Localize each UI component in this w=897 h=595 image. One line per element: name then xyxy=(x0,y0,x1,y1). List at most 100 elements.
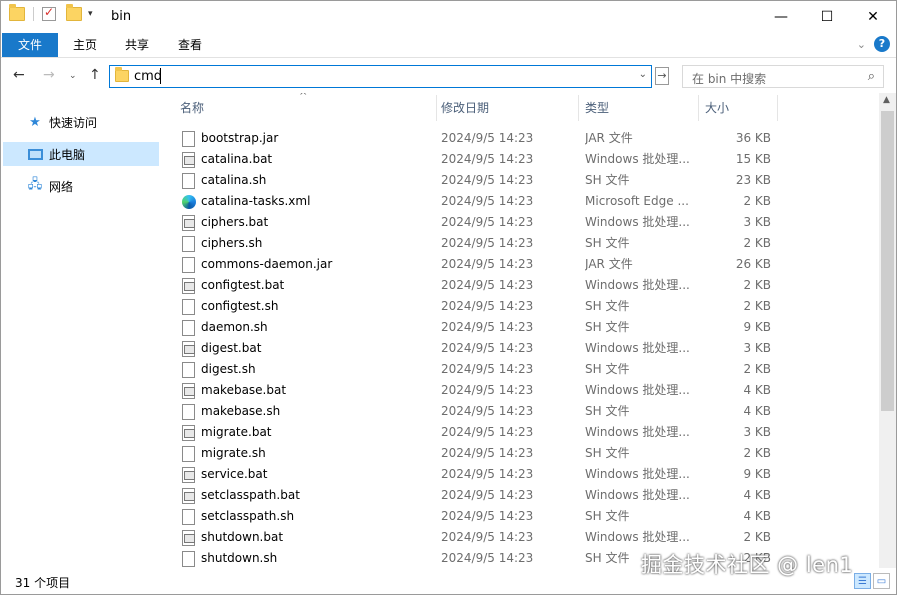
file-name: catalina.bat xyxy=(201,152,273,166)
search-icon[interactable]: ⌕ xyxy=(868,69,875,84)
file-name: catalina.sh xyxy=(201,173,267,187)
file-row[interactable]: configtest.sh 2024/9/5 14:23 SH 文件 2 KB xyxy=(163,296,879,317)
sidebar-item-this-pc[interactable]: 此电脑 xyxy=(3,142,159,166)
file-type: SH 文件 xyxy=(585,509,630,523)
file-row[interactable]: catalina.sh 2024/9/5 14:23 SH 文件 23 KB xyxy=(163,170,879,191)
file-date: 2024/9/5 14:23 xyxy=(441,320,534,334)
batch-file-icon xyxy=(182,341,195,357)
file-row[interactable]: catalina-tasks.xml 2024/9/5 14:23 Microsof… xyxy=(163,191,879,212)
file-row[interactable]: migrate.sh 2024/9/5 14:23 SH 文件 2 KB xyxy=(163,443,879,464)
new-folder-icon[interactable] xyxy=(66,4,82,21)
file-row[interactable]: migrate.bat 2024/9/5 14:23 Windows 批处理... 3… xyxy=(163,422,879,443)
file-icon xyxy=(182,446,195,462)
search-box[interactable]: 在 bin 中搜索 ⌕ xyxy=(682,65,884,88)
file-type: Microsoft Edge ... xyxy=(585,194,689,208)
file-row[interactable]: commons-daemon.jar 2024/9/5 14:23 JAR 文件 26… xyxy=(163,254,879,275)
column-divider[interactable] xyxy=(436,95,437,121)
details-view-icon[interactable]: ☰ xyxy=(854,573,871,589)
file-row[interactable]: makebase.sh 2024/9/5 14:23 SH 文件 4 KB xyxy=(163,401,879,422)
vertical-scrollbar[interactable]: ▲ xyxy=(879,93,896,568)
file-size: 3 KB xyxy=(743,341,771,355)
file-row[interactable]: catalina.bat 2024/9/5 14:23 Windows 批处理...… xyxy=(163,149,879,170)
file-icon xyxy=(182,320,195,336)
column-divider[interactable] xyxy=(777,95,778,121)
file-name: commons-daemon.jar xyxy=(201,257,333,271)
column-header-date[interactable]: 修改日期 xyxy=(441,93,576,121)
file-row[interactable]: configtest.bat 2024/9/5 14:23 Windows 批处理.… xyxy=(163,275,879,296)
properties-icon[interactable] xyxy=(42,5,56,21)
file-row[interactable]: daemon.sh 2024/9/5 14:23 SH 文件 9 KB xyxy=(163,317,879,338)
file-row[interactable]: bootstrap.jar 2024/9/5 14:23 JAR 文件 36 KB xyxy=(163,128,879,149)
recent-locations-icon[interactable]: ⌄ xyxy=(69,71,77,81)
go-button[interactable]: → xyxy=(655,67,669,85)
file-row[interactable]: digest.sh 2024/9/5 14:23 SH 文件 2 KB xyxy=(163,359,879,380)
batch-file-icon xyxy=(182,488,195,504)
up-arrow-icon[interactable]: ↑ xyxy=(89,67,101,83)
file-date: 2024/9/5 14:23 xyxy=(441,488,534,502)
file-row[interactable]: ciphers.sh 2024/9/5 14:23 SH 文件 2 KB xyxy=(163,233,879,254)
ribbon-tabs: 文件 主页 共享 查看 ⌄ ? xyxy=(1,33,896,58)
column-divider[interactable] xyxy=(698,95,699,121)
customize-toolbar-icon[interactable]: ▾ xyxy=(88,9,93,19)
file-name: digest.sh xyxy=(201,362,256,376)
file-icon xyxy=(182,299,195,315)
tab-view[interactable]: 查看 xyxy=(164,33,216,57)
file-date: 2024/9/5 14:23 xyxy=(441,404,534,418)
file-type: Windows 批处理... xyxy=(585,341,690,355)
scrollbar-thumb[interactable] xyxy=(881,111,894,411)
file-icon xyxy=(182,131,195,147)
file-type: SH 文件 xyxy=(585,446,630,460)
file-date: 2024/9/5 14:23 xyxy=(441,278,534,292)
help-icon[interactable]: ? xyxy=(874,36,890,52)
file-date: 2024/9/5 14:23 xyxy=(441,446,534,460)
file-type: SH 文件 xyxy=(585,173,630,187)
tab-file[interactable]: 文件 xyxy=(2,33,58,57)
column-divider[interactable] xyxy=(578,95,579,121)
file-icon xyxy=(182,236,195,252)
sidebar-item-quick-access[interactable]: ★ 快速访问 xyxy=(3,110,159,134)
batch-file-icon xyxy=(182,152,195,168)
column-header-type[interactable]: 类型 xyxy=(585,93,695,121)
minimize-button[interactable]: — xyxy=(758,1,804,33)
file-size: 9 KB xyxy=(743,467,771,481)
file-name: setclasspath.bat xyxy=(201,488,300,502)
scroll-up-icon[interactable]: ▲ xyxy=(883,95,890,105)
file-type: SH 文件 xyxy=(585,320,630,334)
file-name: makebase.bat xyxy=(201,383,287,397)
file-name: shutdown.sh xyxy=(201,551,278,565)
file-row[interactable]: makebase.bat 2024/9/5 14:23 Windows 批处理...… xyxy=(163,380,879,401)
navigation-bar: ← → ⌄ ↑ cmd ⌄ → 在 bin 中搜索 ⌕ xyxy=(1,59,896,93)
file-row[interactable]: ciphers.bat 2024/9/5 14:23 Windows 批处理... 3… xyxy=(163,212,879,233)
file-type: Windows 批处理... xyxy=(585,467,690,481)
file-date: 2024/9/5 14:23 xyxy=(441,425,534,439)
address-bar[interactable]: cmd ⌄ xyxy=(109,65,652,88)
tab-home[interactable]: 主页 xyxy=(59,33,111,57)
sidebar-item-label: 此电脑 xyxy=(49,147,86,162)
file-date: 2024/9/5 14:23 xyxy=(441,509,534,523)
file-size: 23 KB xyxy=(735,173,771,187)
large-icons-view-icon[interactable]: ▭ xyxy=(873,573,890,589)
file-row[interactable]: setclasspath.sh 2024/9/5 14:23 SH 文件 4 KB xyxy=(163,506,879,527)
back-arrow-icon[interactable]: ← xyxy=(13,67,25,83)
address-dropdown-icon[interactable]: ⌄ xyxy=(639,69,647,80)
close-button[interactable]: ✕ xyxy=(850,1,896,33)
file-name: ciphers.sh xyxy=(201,236,263,250)
file-type: Windows 批处理... xyxy=(585,530,690,544)
file-date: 2024/9/5 14:23 xyxy=(441,467,534,481)
file-size: 4 KB xyxy=(743,488,771,502)
file-size: 2 KB xyxy=(743,446,771,460)
file-row[interactable]: service.bat 2024/9/5 14:23 Windows 批处理... 9… xyxy=(163,464,879,485)
file-name: daemon.sh xyxy=(201,320,268,334)
address-input[interactable]: cmd xyxy=(134,69,162,84)
file-row[interactable]: digest.bat 2024/9/5 14:23 Windows 批处理... 3 … xyxy=(163,338,879,359)
file-size: 2 KB xyxy=(743,362,771,376)
expand-ribbon-icon[interactable]: ⌄ xyxy=(857,38,866,51)
file-row[interactable]: setclasspath.bat 2024/9/5 14:23 Windows 批处… xyxy=(163,485,879,506)
tab-share[interactable]: 共享 xyxy=(111,33,163,57)
forward-arrow-icon[interactable]: → xyxy=(43,67,55,83)
column-header-size[interactable]: 大小 xyxy=(705,93,775,121)
column-header-name[interactable]: 名称 xyxy=(180,93,435,121)
maximize-button[interactable]: ☐ xyxy=(804,1,850,33)
file-row[interactable]: shutdown.bat 2024/9/5 14:23 Windows 批处理...… xyxy=(163,527,879,548)
sidebar-item-network[interactable]: 🖧 网络 xyxy=(3,174,159,198)
